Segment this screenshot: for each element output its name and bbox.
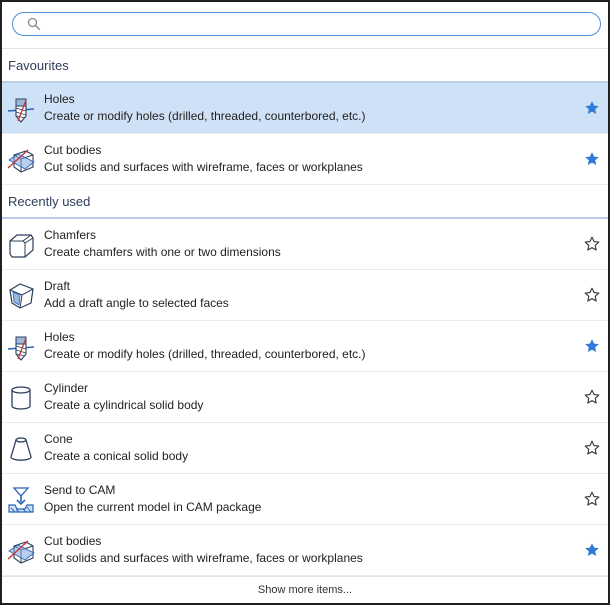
list-item[interactable]: Cut bodies Cut solids and surfaces with w… <box>2 134 608 185</box>
item-title: Draft <box>44 279 71 293</box>
item-title: Cone <box>44 432 73 446</box>
holes-icon <box>6 332 36 362</box>
item-description: Cut solids and surfaces with wireframe, … <box>44 160 363 174</box>
cut-bodies-icon <box>6 145 36 175</box>
list-item[interactable]: Cylinder Create a cylindrical solid body <box>2 372 608 423</box>
cut-bodies-icon <box>6 536 36 566</box>
item-title: Cylinder <box>44 381 89 395</box>
section-favourites: Favourites <box>2 49 608 83</box>
item-title: Holes <box>44 330 75 344</box>
item-description: Add a draft angle to selected faces <box>44 296 229 310</box>
item-title: Cut bodies <box>44 143 102 157</box>
item-title: Holes <box>44 92 75 106</box>
star-outline-icon[interactable] <box>584 287 600 303</box>
cylinder-icon <box>6 383 36 413</box>
star-filled-icon[interactable] <box>584 542 600 558</box>
list-item[interactable]: Send to CAM Open the current model in CAM… <box>2 474 608 525</box>
star-filled-icon[interactable] <box>584 338 600 354</box>
list-item[interactable]: Cut bodies Cut solids and surfaces with w… <box>2 525 608 576</box>
item-description: Create a cylindrical solid body <box>44 398 204 412</box>
star-filled-icon[interactable] <box>584 151 600 167</box>
search-box[interactable] <box>12 12 601 36</box>
section-label: Favourites <box>8 57 69 73</box>
list-item[interactable]: Holes Create or modify holes (drilled, th… <box>2 83 608 134</box>
cone-icon <box>6 434 36 464</box>
list-item[interactable]: Chamfers Create chamfers with one or two … <box>2 219 608 270</box>
chamfer-icon <box>6 230 36 260</box>
search-area <box>2 2 608 49</box>
star-outline-icon[interactable] <box>584 440 600 456</box>
item-description: Cut solids and surfaces with wireframe, … <box>44 551 363 565</box>
search-icon <box>27 17 41 31</box>
item-title: Send to CAM <box>44 483 116 497</box>
star-outline-icon[interactable] <box>584 236 600 252</box>
holes-icon <box>6 94 36 124</box>
command-finder-panel: Favourites Holes Create or modify holes (… <box>0 0 610 605</box>
star-outline-icon[interactable] <box>584 491 600 507</box>
item-description: Create or modify holes (drilled, threade… <box>44 109 366 123</box>
star-outline-icon[interactable] <box>584 389 600 405</box>
send-to-cam-icon <box>6 485 36 515</box>
list-item[interactable]: Holes Create or modify holes (drilled, th… <box>2 321 608 372</box>
item-description: Open the current model in CAM package <box>44 500 262 514</box>
list-item[interactable]: Cone Create a conical solid body <box>2 423 608 474</box>
draft-icon <box>6 281 36 311</box>
item-title: Cut bodies <box>44 534 102 548</box>
list-item[interactable]: Draft Add a draft angle to selected faces <box>2 270 608 321</box>
search-input[interactable] <box>51 15 571 32</box>
item-title: Chamfers <box>44 228 97 242</box>
item-description: Create or modify holes (drilled, threade… <box>44 347 366 361</box>
favourites-list: Holes Create or modify holes (drilled, th… <box>2 83 608 185</box>
star-filled-icon[interactable] <box>584 100 600 116</box>
section-recently-used: Recently used <box>2 185 608 219</box>
item-description: Create chamfers with one or two dimensio… <box>44 245 281 259</box>
show-more-button[interactable]: Show more items... <box>2 576 608 603</box>
item-description: Create a conical solid body <box>44 449 189 463</box>
section-label: Recently used <box>8 193 91 209</box>
recent-list: Chamfers Create chamfers with one or two … <box>2 219 608 576</box>
